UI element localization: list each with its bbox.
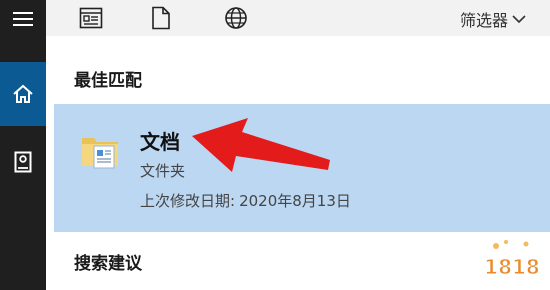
document-icon bbox=[152, 6, 170, 30]
web-filter-button[interactable] bbox=[221, 4, 251, 32]
best-match-heading: 最佳匹配 bbox=[74, 71, 142, 91]
result-name: 文档 bbox=[140, 130, 180, 154]
documents-filter-button[interactable] bbox=[146, 4, 176, 32]
results-panel: 最佳匹配 文档 文件夹 上次修改日期: 2020年8月13日 搜索建议 bbox=[46, 36, 550, 290]
result-modified-date: 上次修改日期: 2020年8月13日 bbox=[140, 190, 351, 211]
search-suggestions-heading: 搜索建议 bbox=[74, 254, 142, 274]
left-rail bbox=[0, 0, 46, 290]
apps-filter-button[interactable] bbox=[76, 4, 106, 32]
result-type: 文件夹 bbox=[140, 162, 186, 180]
folder-icon bbox=[82, 138, 118, 169]
hamburger-menu-button[interactable] bbox=[0, 0, 46, 38]
best-match-result[interactable]: 文档 文件夹 上次修改日期: 2020年8月13日 bbox=[54, 104, 550, 232]
app-window-icon bbox=[79, 7, 103, 29]
chevron-down-icon bbox=[512, 15, 526, 24]
notebook-icon bbox=[14, 151, 32, 173]
modified-date-value: 2020年8月13日 bbox=[239, 192, 351, 210]
home-button[interactable] bbox=[0, 62, 46, 126]
modified-date-label: 上次修改日期: bbox=[140, 192, 236, 210]
hamburger-icon bbox=[13, 12, 33, 26]
windows-search-panel: 筛选器 最佳匹配 文档 文件夹 上次修改日期: 2020年8月13日 搜索建议 … bbox=[0, 0, 550, 290]
filters-label: 筛选器 bbox=[460, 11, 509, 30]
notebook-button[interactable] bbox=[0, 140, 46, 184]
globe-icon bbox=[225, 7, 247, 29]
home-icon bbox=[13, 84, 33, 103]
filter-bar: 筛选器 bbox=[46, 0, 550, 36]
filters-dropdown[interactable]: 筛选器 bbox=[460, 7, 526, 31]
